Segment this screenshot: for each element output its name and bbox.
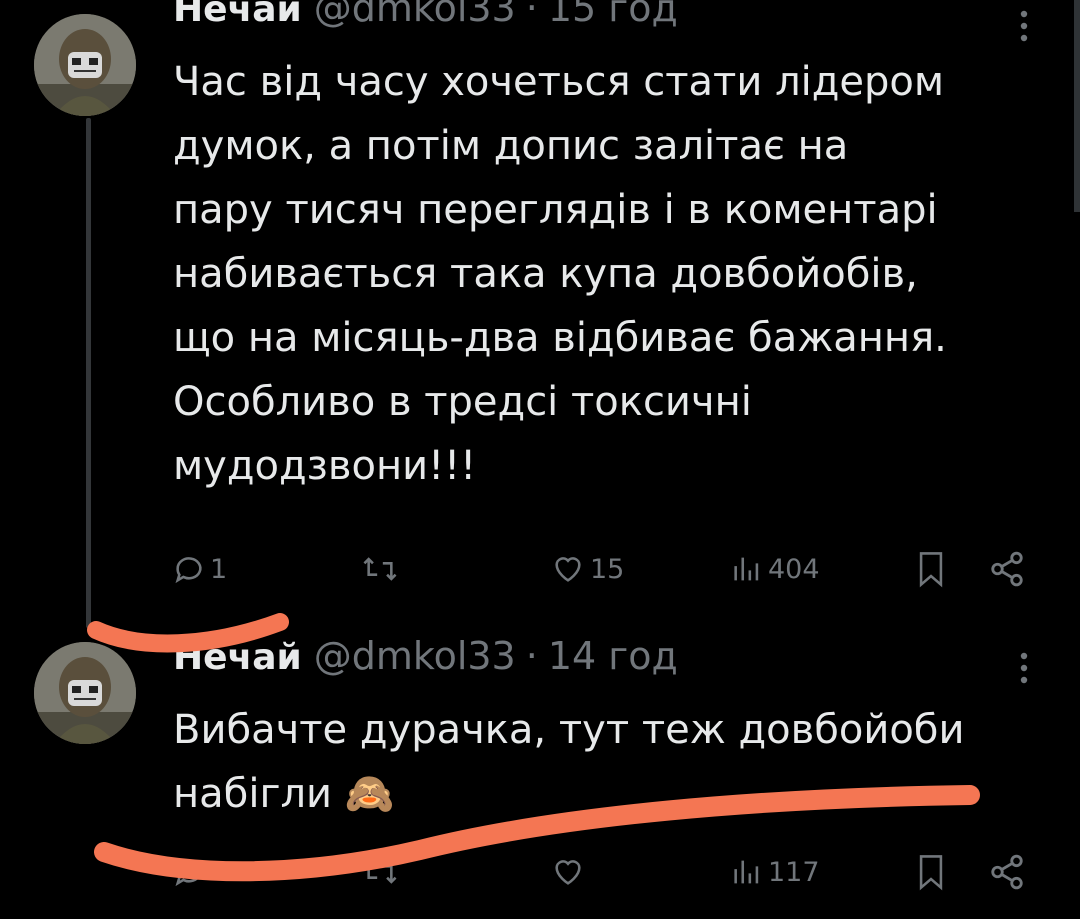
views-icon (730, 855, 764, 889)
like-button[interactable] (550, 848, 590, 896)
view-count: 117 (768, 856, 820, 888)
more-icon[interactable] (1016, 6, 1032, 46)
share-icon (988, 550, 1026, 588)
tweet-actions: 117 (170, 848, 1050, 896)
tweet-header: Нечай @dmkol33 · 15 год (173, 0, 678, 46)
scrollbar[interactable] (1074, 0, 1080, 212)
tweet-header: Нечай @dmkol33 · 14 год (173, 634, 678, 694)
repost-button[interactable] (360, 545, 400, 593)
bookmark-icon (914, 550, 948, 588)
reply-count: 1 (210, 553, 228, 585)
avatar[interactable] (34, 14, 136, 116)
author-handle[interactable]: @dmkol33 (314, 634, 516, 678)
reply-button[interactable] (172, 848, 210, 896)
timestamp[interactable]: 15 год (548, 0, 678, 30)
like-button[interactable]: 15 (550, 545, 624, 593)
repost-icon (360, 855, 400, 889)
tweet-text: Час від часу хочеться стати лідером думо… (173, 59, 947, 489)
tweet-actions: 1 15 404 (170, 545, 1050, 593)
timestamp[interactable]: 14 год (548, 634, 678, 678)
bookmark-button[interactable] (914, 848, 948, 896)
author-name[interactable]: Нечай (173, 0, 302, 30)
share-icon (988, 853, 1026, 891)
reply-button[interactable]: 1 (172, 545, 227, 593)
heart-icon (550, 855, 586, 889)
like-count: 15 (590, 553, 625, 585)
share-button[interactable] (988, 848, 1026, 896)
tweet-text: Вибачте дурачка, тут теж довбойоби набіг… (173, 707, 965, 817)
more-icon[interactable] (1016, 648, 1032, 688)
repost-button[interactable] (360, 848, 400, 896)
repost-icon (360, 552, 400, 586)
bookmark-icon (914, 853, 948, 891)
share-button[interactable] (988, 545, 1026, 593)
separator-dot: · (525, 0, 538, 30)
bookmark-button[interactable] (914, 545, 948, 593)
views-button[interactable]: 117 (730, 848, 820, 896)
separator-dot: · (525, 634, 538, 678)
heart-icon (550, 552, 586, 586)
reply-icon (172, 855, 206, 889)
views-button[interactable]: 404 (730, 545, 820, 593)
avatar[interactable] (34, 642, 136, 744)
views-icon (730, 552, 764, 586)
thread-connector (86, 118, 91, 628)
author-name[interactable]: Нечай (173, 637, 302, 678)
view-count: 404 (768, 553, 820, 585)
author-handle[interactable]: @dmkol33 (314, 0, 516, 30)
reply-icon (172, 552, 206, 586)
